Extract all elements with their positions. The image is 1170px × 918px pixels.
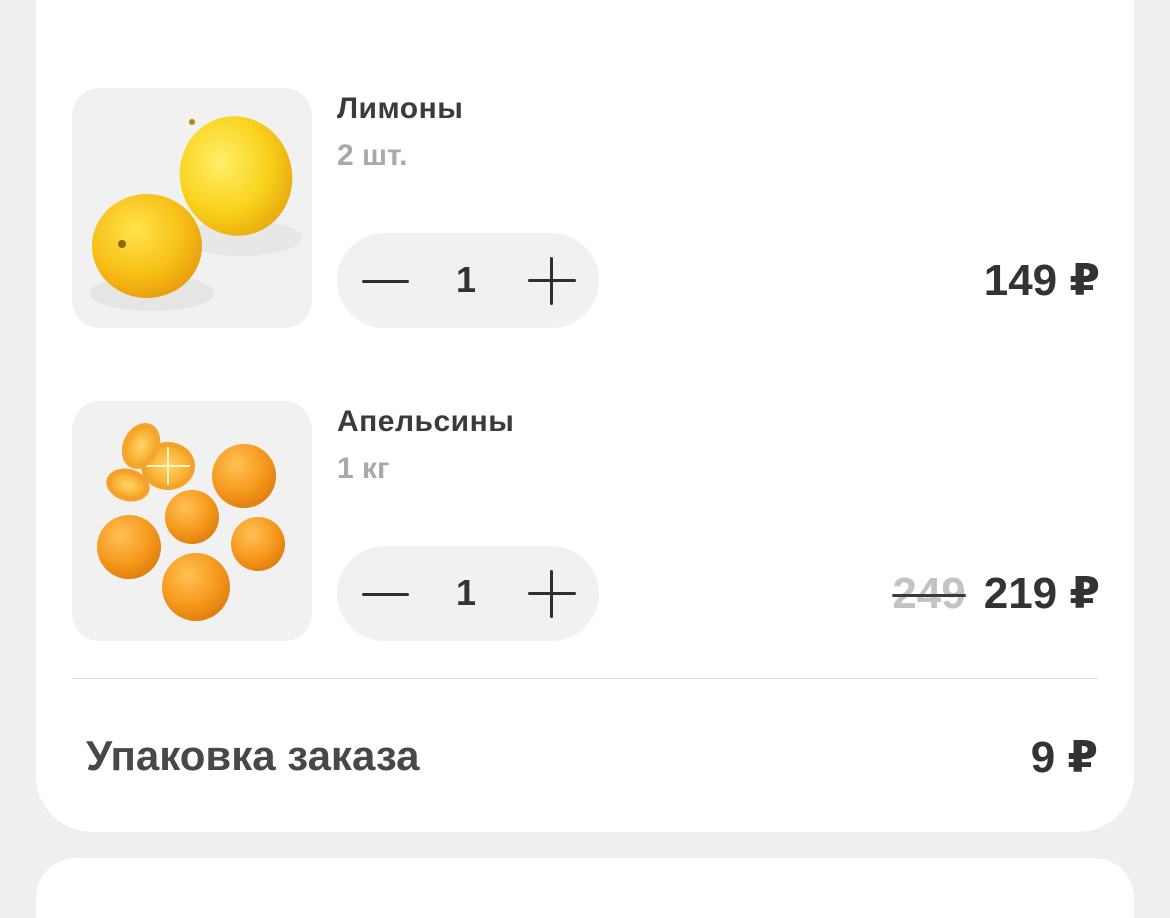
plus-icon[interactable]: [525, 255, 579, 307]
lemons-image: [72, 88, 312, 328]
minus-icon[interactable]: [357, 257, 413, 305]
old-price: 249: [892, 569, 966, 618]
next-card-edge: [36, 858, 1134, 918]
price: 149 ₽: [983, 256, 1100, 305]
plus-icon[interactable]: [525, 568, 579, 620]
cart-card: Лимоны 2 шт. 1 149 ₽ Апельсины 1 кг 1 24…: [36, 0, 1134, 832]
cart-item: Апельсины 1 кг 1 249 219 ₽: [72, 401, 1100, 641]
cart-item: Лимоны 2 шт. 1 149 ₽: [72, 88, 1100, 328]
product-name: Лимоны: [337, 92, 464, 125]
divider: [72, 678, 1098, 679]
quantity-value: 1: [455, 259, 477, 300]
oranges-image: [72, 401, 312, 641]
quantity-stepper: 1: [337, 233, 599, 328]
packaging-price: 9 ₽: [1030, 733, 1098, 782]
product-name: Апельсины: [337, 405, 515, 438]
product-unit: 1 кг: [337, 452, 390, 485]
quantity-stepper: 1: [337, 546, 599, 641]
price: 219 ₽: [983, 569, 1100, 618]
packaging-label: Упаковка заказа: [86, 732, 420, 779]
price-block: 149 ₽: [984, 255, 1100, 306]
quantity-value: 1: [455, 572, 477, 613]
minus-icon[interactable]: [357, 570, 413, 618]
product-unit: 2 шт.: [337, 139, 408, 172]
price-block: 249 219 ₽: [892, 568, 1100, 619]
